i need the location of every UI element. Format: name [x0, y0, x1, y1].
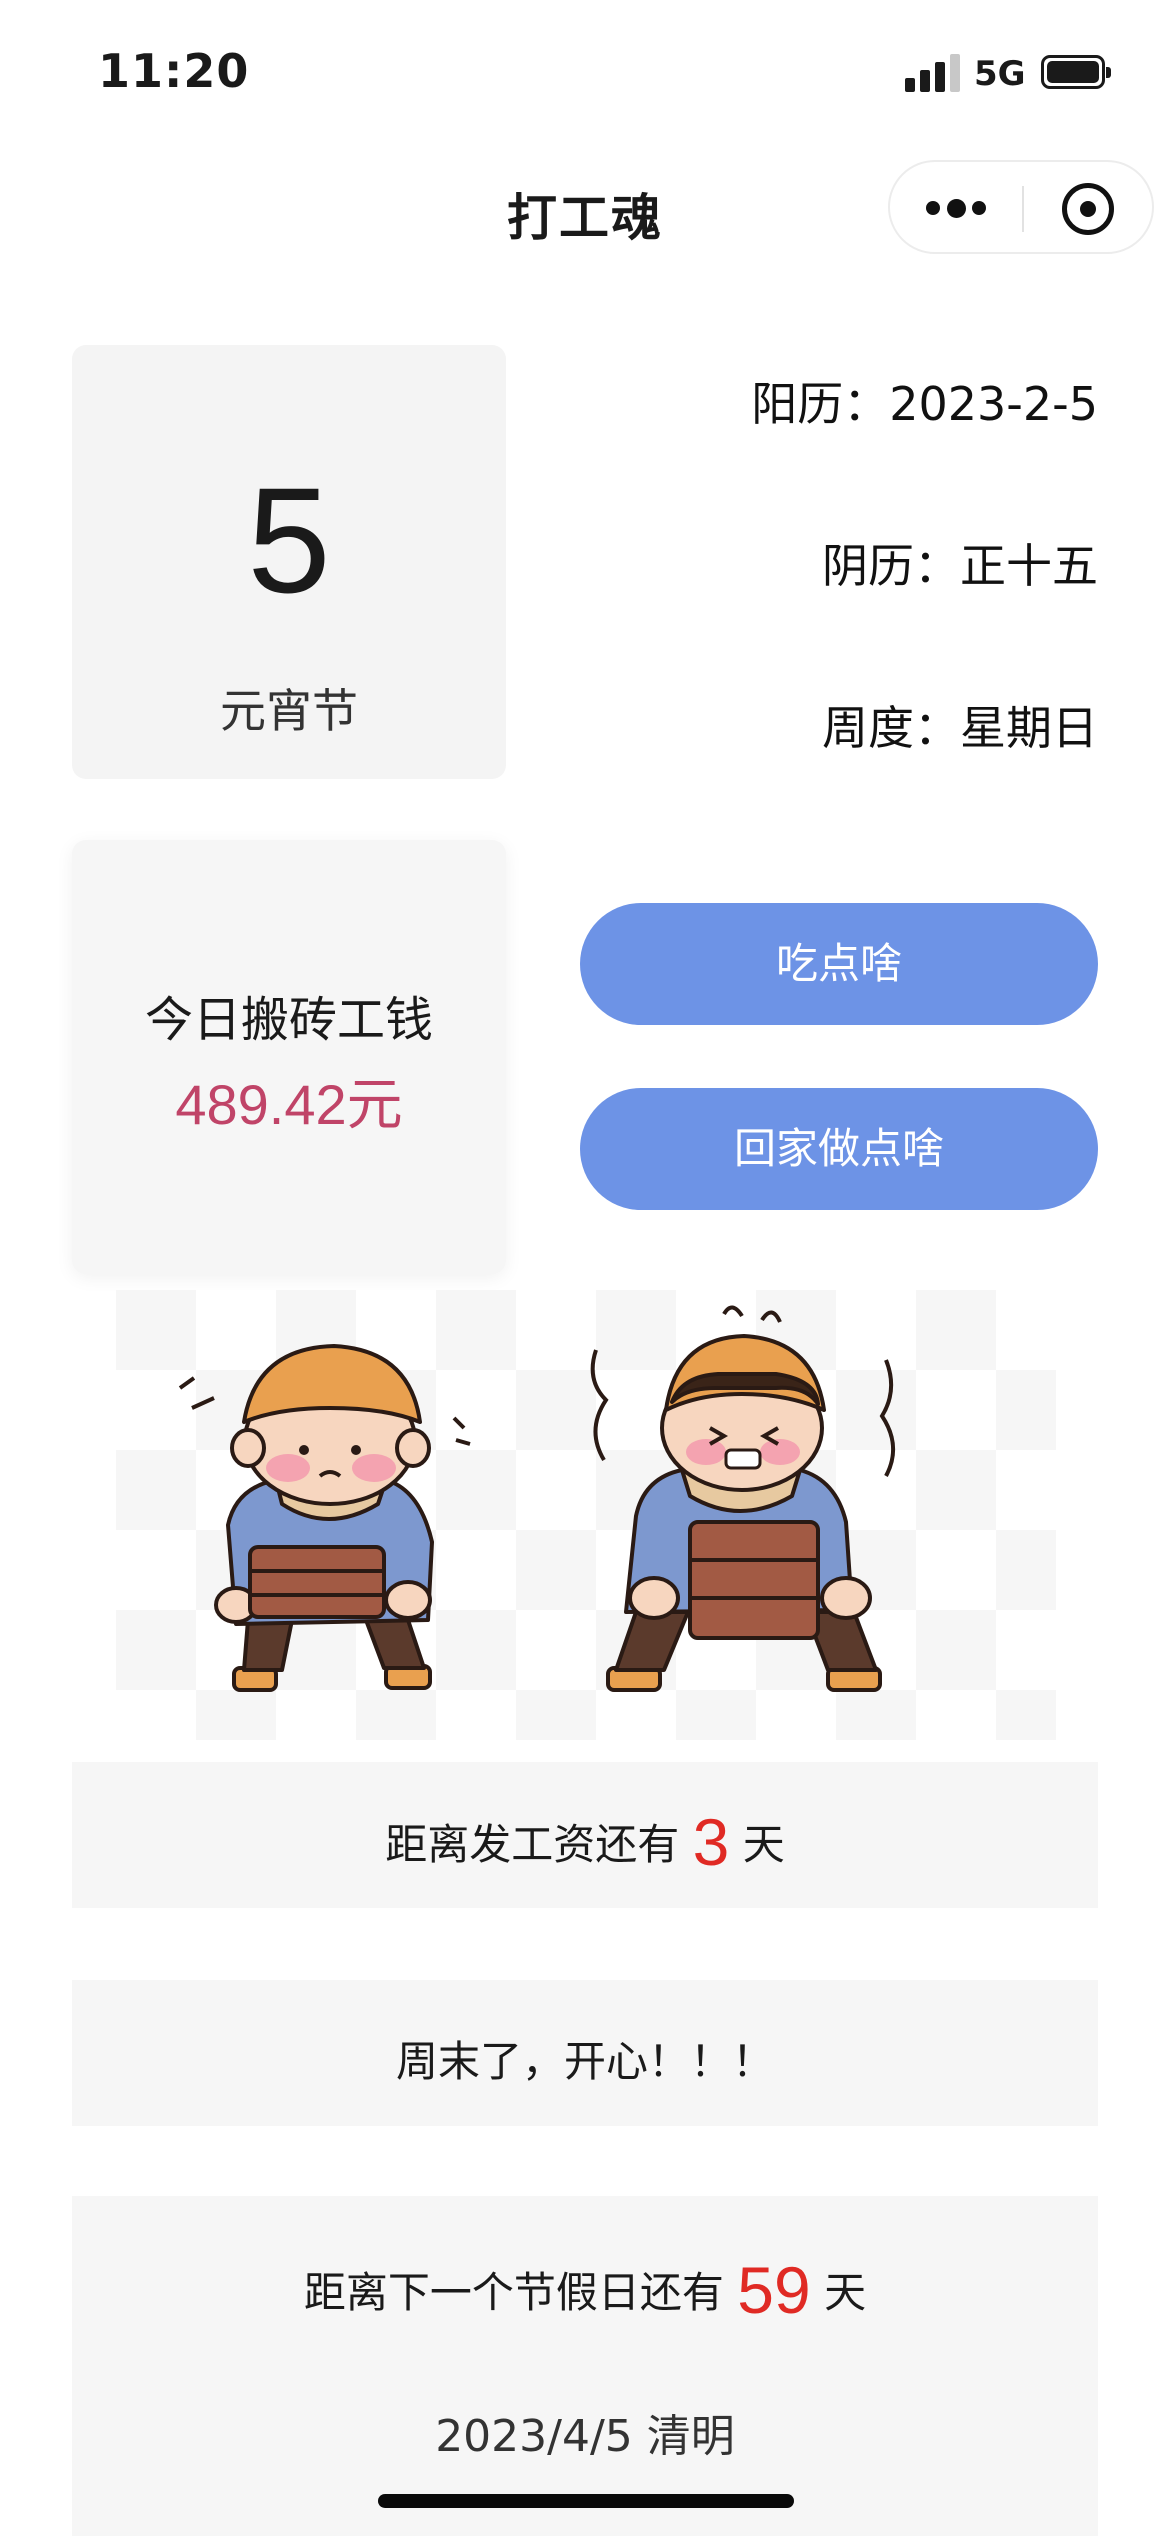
close-target-icon[interactable] [1062, 183, 1114, 235]
weekday: 周度：星期日 [822, 701, 1098, 755]
payday-countdown: 距离发工资还有 3 天 [72, 1762, 1098, 1908]
home-indicator [378, 2494, 794, 2508]
solar-date: 阳历：2023-2-5 [751, 377, 1098, 431]
battery-icon [1041, 55, 1111, 89]
eat-button[interactable]: 吃点啥 [580, 903, 1098, 1025]
payday-days: 3 [692, 1805, 730, 1879]
wage-amount: 489.42元 [175, 1073, 403, 1136]
home-button[interactable]: 回家做点啥 [580, 1088, 1098, 1210]
holiday-days: 59 [737, 2253, 811, 2327]
capsule-divider [1022, 186, 1024, 232]
network-label: 5G [974, 54, 1026, 94]
wage-title: 今日搬砖工钱 [144, 992, 433, 1048]
signal-icon [905, 52, 961, 92]
mini-program-capsule [888, 160, 1154, 254]
lunar-date: 阴历：正十五 [822, 539, 1098, 593]
day-number: 5 [247, 456, 331, 624]
wage-card: 今日搬砖工钱 489.42元 [72, 840, 506, 1274]
more-icon[interactable] [926, 196, 986, 220]
holiday-countdown: 距离下一个节假日还有 59 天 2023/4/5 清明 [72, 2196, 1098, 2536]
festival-label: 元宵节 [220, 684, 358, 738]
holiday-prefix: 距离下一个节假日还有 [303, 2268, 724, 2317]
date-card: 5 元宵节 [72, 345, 506, 779]
weekend-banner: 周末了，开心！！！ [72, 1980, 1098, 2126]
status-time: 11:20 [98, 44, 250, 98]
payday-suffix: 天 [742, 1820, 785, 1869]
payday-prefix: 距离发工资还有 [385, 1820, 680, 1869]
next-holiday: 2023/4/5 清明 [435, 2411, 735, 2462]
brick-carrying-illustration [116, 1290, 1056, 1740]
weekend-text: 周末了，开心！！！ [395, 2037, 774, 2086]
holiday-suffix: 天 [824, 2268, 867, 2317]
